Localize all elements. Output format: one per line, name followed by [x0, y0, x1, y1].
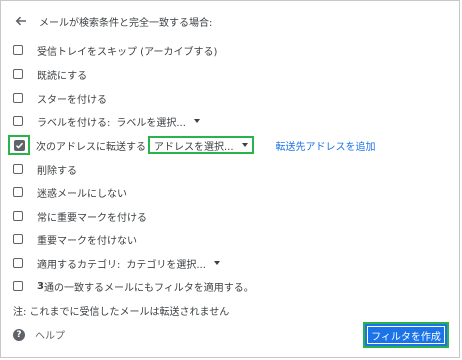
option-label: 常に重要マークを付ける [37, 212, 147, 224]
footer: ? ヘルプ [13, 327, 65, 342]
option-label: 受信トレイをスキップ (アーカイブする) [37, 46, 218, 58]
option-forward[interactable]: 次のアドレスに転送する アドレスを選択... 転送先アドレスを追加 [8, 135, 376, 155]
option-label: 既読にする [37, 70, 88, 82]
label-select-dropdown[interactable]: ラベルを選択... [116, 114, 200, 129]
dialog-header: メールが検索条件と完全一致する場合: [13, 11, 212, 31]
create-filter-button[interactable]: フィルタを作成 [367, 326, 445, 344]
caret-down-icon [193, 119, 200, 123]
checkbox-category[interactable] [13, 258, 23, 268]
option-label: 通の一致するメールにもフィルタを適用する。 [43, 282, 254, 294]
checkbox-apply-existing[interactable] [13, 281, 23, 291]
add-forwarding-address-link[interactable]: 転送先アドレスを追加 [276, 138, 376, 153]
option-delete[interactable]: 削除する [13, 159, 77, 179]
option-label: 削除する [37, 165, 77, 177]
help-icon[interactable]: ? [13, 328, 25, 341]
caret-down-icon [241, 143, 248, 147]
checkbox-apply-label[interactable] [13, 116, 23, 126]
option-mark-read[interactable]: 既読にする [13, 64, 87, 84]
option-always-important[interactable]: 常に重要マークを付ける [13, 206, 147, 226]
checkbox-forward[interactable] [13, 139, 25, 151]
category-select-dropdown[interactable]: カテゴリを選択... [126, 256, 220, 271]
caret-down-icon [213, 261, 220, 265]
option-label: 迷惑メールにしない [37, 188, 127, 200]
option-label: ラベルを付ける: [37, 117, 111, 129]
help-link[interactable]: ヘルプ [35, 327, 65, 342]
create-filter-highlight: フィルタを作成 [363, 322, 449, 348]
option-apply-label[interactable]: ラベルを付ける: ラベルを選択... [13, 111, 200, 131]
header-title: メールが検索条件と完全一致する場合: [39, 17, 213, 29]
option-label: スターを付ける [37, 94, 107, 106]
option-never-important[interactable]: 重要マークを付けない [13, 229, 137, 249]
checkbox-forward-highlight [8, 135, 30, 155]
forwarding-note: 注: これまでに受信したメールは転送されません [13, 307, 230, 318]
dropdown-value: カテゴリを選択... [126, 259, 206, 271]
arrow-left-icon[interactable] [13, 13, 29, 29]
checkbox-skip-inbox[interactable] [13, 45, 23, 55]
checkbox-delete[interactable] [13, 164, 23, 174]
option-label: 次のアドレスに転送する [36, 141, 146, 153]
option-star[interactable]: スターを付ける [13, 88, 107, 108]
option-skip-inbox[interactable]: 受信トレイをスキップ (アーカイブする) [13, 40, 217, 60]
dropdown-value: ラベルを選択... [116, 117, 186, 129]
checkbox-never-important[interactable] [13, 234, 23, 244]
filter-dialog: メールが検索条件と完全一致する場合: 受信トレイをスキップ (アーカイブする) … [0, 0, 460, 358]
checkbox-never-spam[interactable] [13, 187, 23, 197]
option-label: 適用するカテゴリ: [37, 259, 121, 271]
option-category[interactable]: 適用するカテゴリ: カテゴリを選択... [13, 253, 220, 273]
checkbox-star[interactable] [13, 93, 23, 103]
option-apply-existing[interactable]: 3 通の一致するメールにもフィルタを適用する。 [13, 276, 254, 296]
matching-count: 3 [37, 280, 44, 292]
dropdown-value: アドレスを選択... [154, 141, 234, 153]
option-label: 重要マークを付けない [37, 235, 137, 247]
option-never-spam[interactable]: 迷惑メールにしない [13, 182, 127, 202]
checkbox-always-important[interactable] [13, 211, 23, 221]
checkbox-mark-read[interactable] [13, 69, 23, 79]
address-select-dropdown[interactable]: アドレスを選択... [148, 136, 254, 154]
